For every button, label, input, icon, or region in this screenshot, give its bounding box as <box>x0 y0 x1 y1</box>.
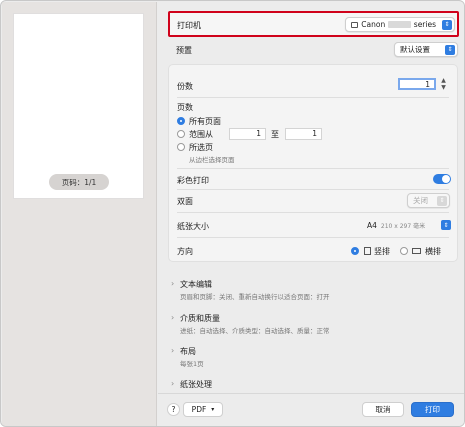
preset-select[interactable]: 默认设置 ⇕ <box>394 42 458 57</box>
chevron-updown-icon: ⇕ <box>437 196 447 206</box>
printer-model-redacted <box>388 21 411 28</box>
printer-label: 打印机 <box>177 21 201 30</box>
chevron-right-icon: › <box>171 279 175 288</box>
cancel-button[interactable]: 取消 <box>362 402 404 417</box>
settings-box: 份数 1 ▲ ▼ 页数 所有页面 范围从 1 至 1 所选页 从边栏选择页面 彩色… <box>168 64 458 262</box>
paper-value: A4 <box>367 220 377 230</box>
color-toggle[interactable] <box>433 174 451 184</box>
duplex-value: 关闭 <box>413 196 428 205</box>
printer-brand: Canon <box>361 20 386 29</box>
paper-dims: 210 x 297 毫米 <box>380 222 426 230</box>
divider <box>177 237 449 238</box>
copies-stepper[interactable]: ▲ ▼ <box>439 77 448 91</box>
section-paper-handling[interactable]: › 纸张处理 <box>158 378 458 392</box>
paper-select[interactable]: A4 210 x 297 毫米 ⇕ <box>367 218 451 232</box>
preset-value: 默认设置 <box>400 45 430 54</box>
orientation-portrait-label: 竖排 <box>374 247 390 256</box>
printer-row: 打印机 Canon series ⇕ <box>168 11 459 37</box>
chevron-updown-icon: ⇕ <box>441 220 451 230</box>
range-to-input[interactable]: 1 <box>285 128 322 140</box>
orientation-landscape-radio[interactable] <box>400 247 408 255</box>
duplex-select[interactable]: 关闭 ⇕ <box>407 193 450 208</box>
section-title: 文本编辑 <box>180 280 212 289</box>
printer-suffix: series <box>413 20 436 29</box>
chevron-updown-icon: ⇕ <box>445 45 455 55</box>
section-title: 纸张处理 <box>180 380 212 389</box>
range-to-label: 至 <box>271 130 279 139</box>
divider <box>177 189 449 190</box>
orientation-portrait-radio[interactable] <box>351 247 359 255</box>
copies-label: 份数 <box>177 82 193 91</box>
range-from-input[interactable]: 1 <box>229 128 266 140</box>
chevron-down-icon: ▾ <box>211 406 215 413</box>
section-title: 介质和质量 <box>180 314 220 323</box>
print-button[interactable]: 打印 <box>411 402 454 417</box>
preset-label: 预置 <box>176 46 192 55</box>
divider <box>177 168 449 169</box>
settings-pane: 打印机 Canon series ⇕ 预置 默认设置 ⇕ 份数 1 ▲▼ 页数 <box>158 2 464 426</box>
section-detail: 进纸：自动选择、介质类型：自动选择、质量：正常 <box>180 327 330 335</box>
help-button[interactable]: ? <box>167 403 180 416</box>
pages-range-radio[interactable] <box>177 130 185 138</box>
chevron-updown-icon: ⇕ <box>442 20 452 30</box>
printer-select[interactable]: Canon series ⇕ <box>345 17 455 32</box>
copies-input[interactable]: 1 <box>398 78 436 90</box>
chevron-right-icon: › <box>171 379 175 388</box>
paper-label: 纸张大小 <box>177 222 209 231</box>
section-media-quality[interactable]: › 介质和质量 进纸：自动选择、介质类型：自动选择、质量：正常 <box>158 312 458 338</box>
pages-selection-radio[interactable] <box>177 143 185 151</box>
orientation-label: 方向 <box>177 247 193 256</box>
footer-divider <box>158 393 464 394</box>
divider <box>177 212 449 213</box>
print-dialog: 页码：1/1 打印机 Canon series ⇕ 预置 默认设置 ⇕ 份数 1… <box>0 0 465 427</box>
section-text-editing[interactable]: › 文本编辑 页眉和页脚：关闭、重新自动换行以适合页面：打开 <box>158 278 458 304</box>
pdf-label: PDF <box>191 405 207 414</box>
pages-all-label: 所有页面 <box>189 117 221 126</box>
pages-all-radio[interactable] <box>177 117 185 125</box>
chevron-right-icon: › <box>171 346 175 355</box>
pages-label: 页数 <box>177 103 193 112</box>
landscape-icon <box>412 248 421 254</box>
page-indicator: 页码：1/1 <box>49 174 109 190</box>
pdf-menu-button[interactable]: PDF ▾ <box>183 402 223 417</box>
chevron-right-icon: › <box>171 313 175 322</box>
section-detail: 页眉和页脚：关闭、重新自动换行以适合页面：打开 <box>180 293 330 301</box>
divider <box>177 97 449 98</box>
pages-selection-hint: 从边栏选择页面 <box>189 156 235 164</box>
orientation-landscape-label: 横排 <box>425 247 441 256</box>
portrait-icon <box>364 247 371 255</box>
page-preview <box>13 13 144 199</box>
section-layout[interactable]: › 布局 每张1页 <box>158 345 458 371</box>
preview-pane: 页码：1/1 <box>2 2 157 426</box>
pages-range-label: 范围从 <box>189 130 213 139</box>
color-label: 彩色打印 <box>177 176 209 185</box>
printer-icon <box>351 21 359 28</box>
pages-selection-label: 所选页 <box>189 143 213 152</box>
section-title: 布局 <box>180 347 196 356</box>
section-detail: 每张1页 <box>180 360 204 368</box>
duplex-label: 双面 <box>177 197 193 206</box>
